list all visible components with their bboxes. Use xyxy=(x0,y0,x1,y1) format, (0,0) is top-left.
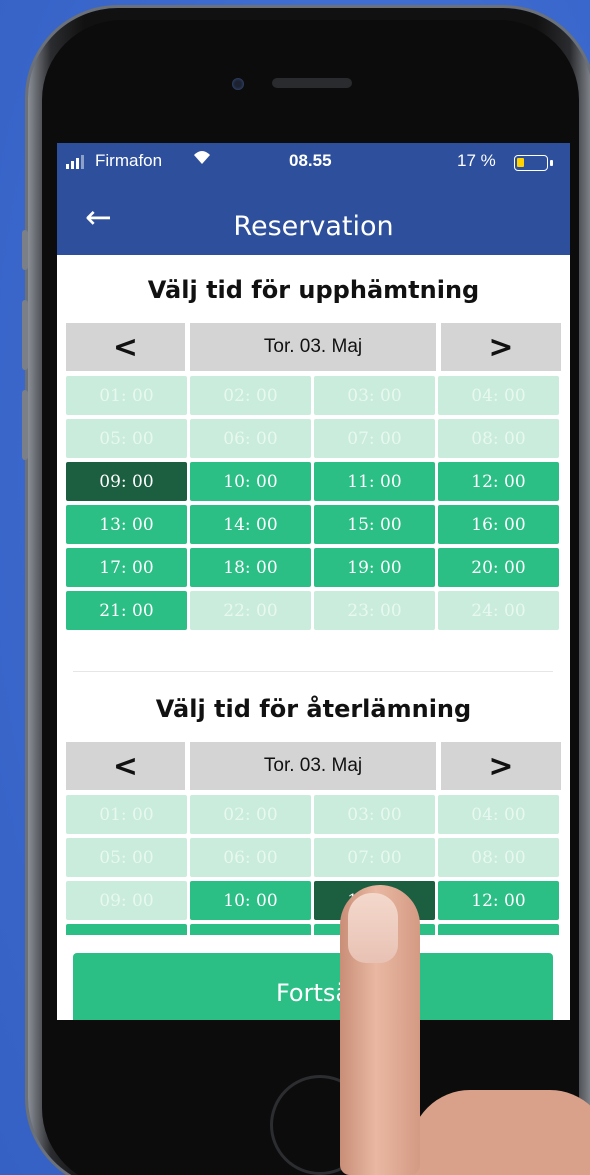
return-time-slot: 01: 00 xyxy=(66,795,187,834)
hand xyxy=(410,1090,590,1175)
pickup-time-slot[interactable]: 09: 00 xyxy=(66,462,187,501)
signal-strength-icon xyxy=(66,155,84,169)
pickup-time-slot[interactable]: 18: 00 xyxy=(190,548,311,587)
pickup-time-slot: 03: 00 xyxy=(314,376,435,415)
pickup-time-slot: 04: 00 xyxy=(438,376,559,415)
battery-icon xyxy=(514,155,548,171)
pickup-next-day-button[interactable]: > xyxy=(441,323,561,371)
return-time-slot: 07: 00 xyxy=(314,838,435,877)
pickup-time-slot: 02: 00 xyxy=(190,376,311,415)
clock: 08.55 xyxy=(289,151,332,170)
return-time-slot[interactable] xyxy=(438,924,559,935)
pickup-time-slot: 07: 00 xyxy=(314,419,435,458)
return-next-day-button[interactable]: > xyxy=(441,742,561,790)
return-time-slot: 08: 00 xyxy=(438,838,559,877)
pickup-time-slot: 06: 00 xyxy=(190,419,311,458)
pickup-time-slot[interactable]: 20: 00 xyxy=(438,548,559,587)
nav-bar: ← Reservation xyxy=(57,183,570,255)
page-title: Reservation xyxy=(233,211,394,242)
return-time-slot: 05: 00 xyxy=(66,838,187,877)
mute-switch xyxy=(22,230,28,270)
battery-percent: 17 % xyxy=(457,151,496,170)
pickup-section-title: Välj tid för upphämtning xyxy=(147,276,480,304)
pickup-prev-day-button[interactable]: < xyxy=(66,323,185,371)
chevron-left-icon: < xyxy=(112,748,139,784)
return-section-title: Välj tid för återlämning xyxy=(155,695,472,723)
return-time-slot[interactable]: 12: 00 xyxy=(438,881,559,920)
pickup-time-slot: 22: 00 xyxy=(190,591,311,630)
pickup-time-grid: 01: 00 02: 00 03: 00 04: 00 05: 00 06: 00 07: … xyxy=(66,376,561,636)
pickup-time-slot[interactable]: 10: 00 xyxy=(190,462,311,501)
pickup-time-slot[interactable]: 14: 00 xyxy=(190,505,311,544)
chevron-right-icon: > xyxy=(488,329,514,365)
pickup-time-slot[interactable]: 11: 00 xyxy=(314,462,435,501)
return-time-slot: 09: 00 xyxy=(66,881,187,920)
return-time-slot: 06: 00 xyxy=(190,838,311,877)
chevron-left-icon: < xyxy=(112,329,139,365)
phone-screen: Firmafon 08.55 17 % ← Reservation Välj t… xyxy=(57,143,570,1020)
pickup-time-slot: 24: 00 xyxy=(438,591,559,630)
return-time-slot: 03: 00 xyxy=(314,795,435,834)
fingernail xyxy=(348,893,398,963)
front-camera xyxy=(232,78,244,90)
pickup-time-slot[interactable]: 21: 00 xyxy=(66,591,187,630)
pickup-time-slot: 08: 00 xyxy=(438,419,559,458)
return-time-slot: 04: 00 xyxy=(438,795,559,834)
return-date-selector: < Tor. 03. Maj > xyxy=(66,742,561,790)
pickup-time-slot[interactable]: 17: 00 xyxy=(66,548,187,587)
continue-button[interactable]: Fortsä xyxy=(73,953,553,1020)
chevron-right-icon: > xyxy=(488,748,514,784)
continue-button-label: Fortsä xyxy=(275,979,351,1007)
pickup-time-slot[interactable]: 15: 00 xyxy=(314,505,435,544)
return-date-label: Tor. 03. Maj xyxy=(190,742,436,790)
return-time-slot[interactable] xyxy=(66,924,187,935)
status-bar: Firmafon 08.55 17 % xyxy=(57,143,570,183)
pickup-time-slot[interactable]: 13: 00 xyxy=(66,505,187,544)
pickup-date-selector: < Tor. 03. Maj > xyxy=(66,323,561,371)
volume-up-button xyxy=(22,300,28,370)
battery-tip xyxy=(550,160,553,166)
wifi-icon xyxy=(192,149,212,170)
earpiece-speaker xyxy=(272,78,352,88)
volume-down-button xyxy=(22,390,28,460)
return-time-slot[interactable]: 10: 00 xyxy=(190,881,311,920)
return-time-grid: 01: 00 02: 00 03: 00 04: 00 05: 00 06: 00 07: … xyxy=(66,795,561,935)
pickup-time-slot: 23: 00 xyxy=(314,591,435,630)
pickup-date-label: Tor. 03. Maj xyxy=(190,323,436,371)
carrier-name: Firmafon xyxy=(95,151,163,170)
pickup-time-slot[interactable]: 16: 00 xyxy=(438,505,559,544)
return-prev-day-button[interactable]: < xyxy=(66,742,185,790)
return-time-slot[interactable] xyxy=(190,924,311,935)
pickup-time-slot[interactable]: 12: 00 xyxy=(438,462,559,501)
pickup-time-slot[interactable]: 19: 00 xyxy=(314,548,435,587)
section-divider xyxy=(73,671,553,672)
pickup-time-slot: 05: 00 xyxy=(66,419,187,458)
return-time-slot: 02: 00 xyxy=(190,795,311,834)
pickup-time-slot: 01: 00 xyxy=(66,376,187,415)
